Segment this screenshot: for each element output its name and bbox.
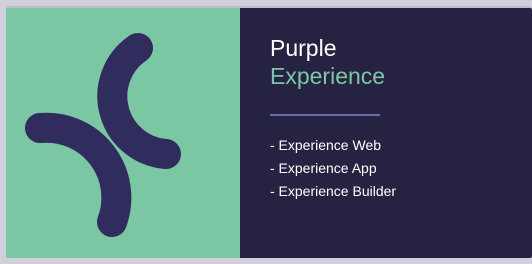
logo-panel — [6, 8, 240, 258]
feature-list: - Experience Web - Experience App - Expe… — [270, 136, 396, 205]
feature-item-web: - Experience Web — [270, 137, 382, 153]
title-secondary: Experience — [270, 63, 386, 89]
product-card: Purple Experience - Experience Web - Exp… — [6, 8, 532, 258]
feature-item-builder: - Experience Builder — [270, 183, 397, 199]
title-primary: Purple — [270, 35, 337, 61]
feature-item-app: - Experience App — [270, 160, 377, 176]
purple-experience-logo-icon — [25, 33, 181, 237]
info-panel: Purple Experience - Experience Web - Exp… — [240, 8, 532, 258]
card-frame: Purple Experience - Experience Web - Exp… — [6, 6, 532, 258]
title-divider — [270, 114, 380, 116]
